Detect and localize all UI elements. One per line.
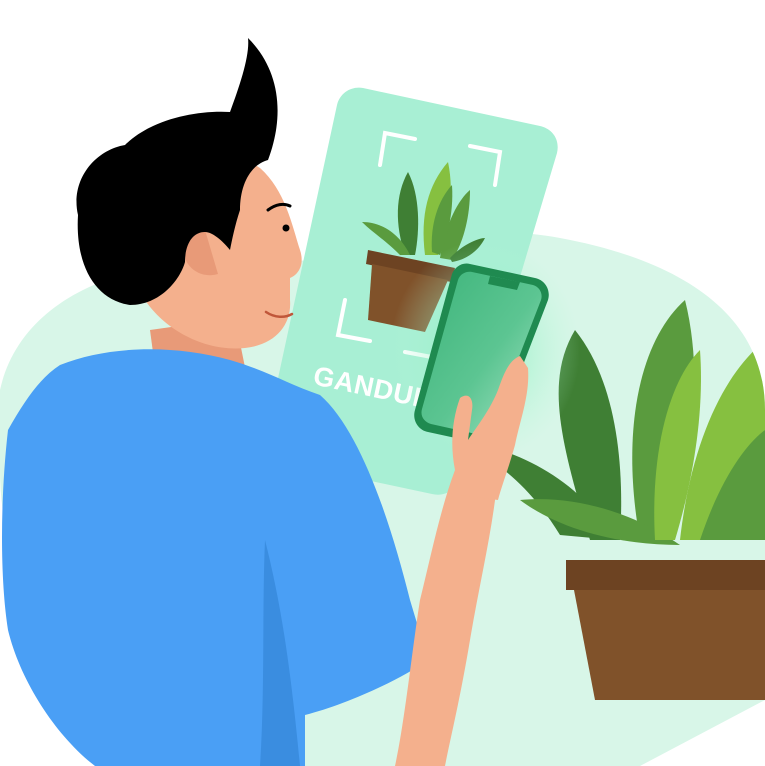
plant-scan-illustration: GANDUL — [0, 38, 765, 766]
